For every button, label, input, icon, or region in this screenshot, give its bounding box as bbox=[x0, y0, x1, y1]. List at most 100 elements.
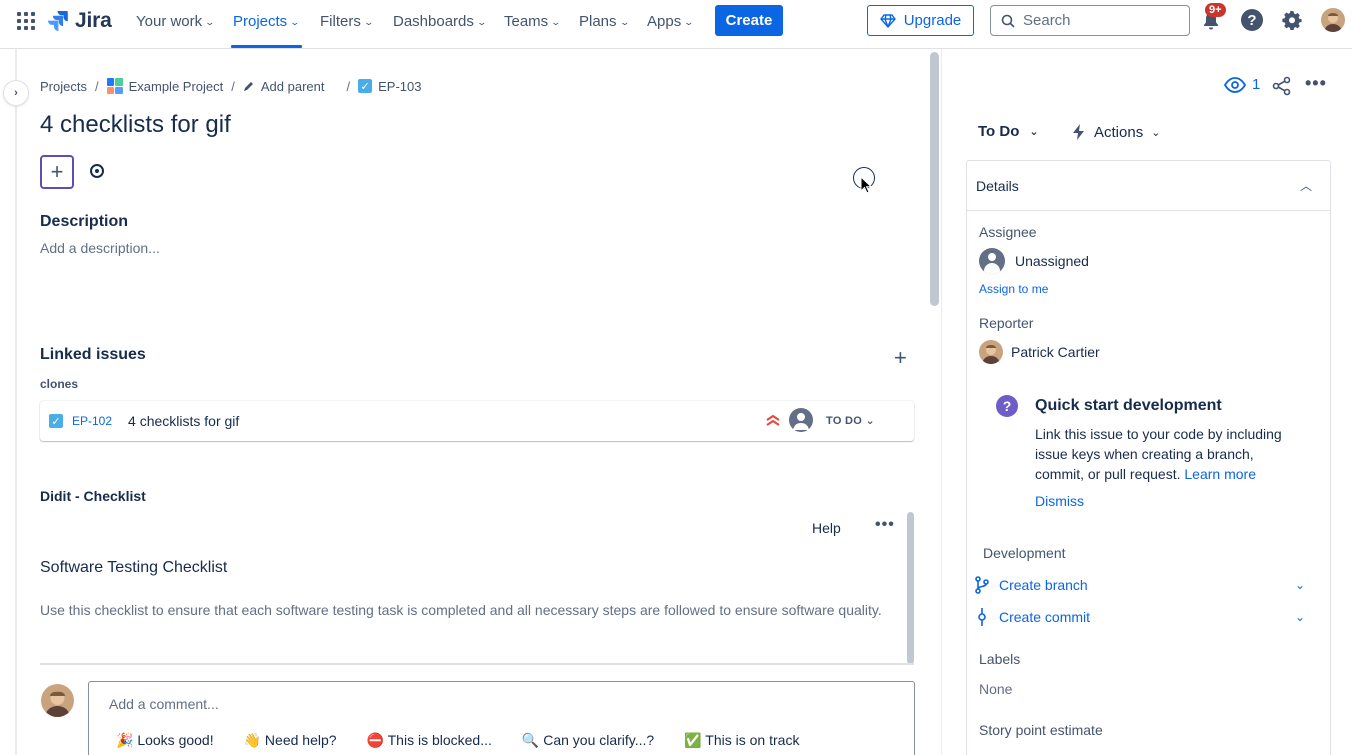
chevron-up-icon: ︿ bbox=[1299, 179, 1312, 193]
nav-plans[interactable]: Plans ⌄ bbox=[579, 13, 630, 30]
jira-logo[interactable]: Jira bbox=[47, 9, 112, 33]
nav-apps[interactable]: Apps ⌄ bbox=[647, 13, 695, 30]
add-linked-issue-plus-icon[interactable]: + bbox=[894, 345, 907, 371]
add-parent-label: Add parent bbox=[260, 78, 325, 94]
notification-badge: 9+ bbox=[1205, 3, 1226, 17]
didit-checklist-heading: Didit - Checklist bbox=[40, 488, 146, 504]
search-icon bbox=[1001, 14, 1015, 28]
nav-your-work[interactable]: Your work ⌄ bbox=[136, 13, 215, 30]
add-plus-button[interactable]: + bbox=[40, 155, 74, 189]
story-point-estimate-label: Story point estimate bbox=[979, 722, 1103, 738]
question-icon: ? bbox=[996, 395, 1018, 417]
nav-dashboards[interactable]: Dashboards ⌄ bbox=[393, 13, 487, 30]
assignee-label: Assignee bbox=[979, 224, 1037, 240]
quick-reply-blocked[interactable]: ⛔ This is blocked... bbox=[367, 732, 492, 749]
actions-label: Actions bbox=[1094, 123, 1144, 141]
checklist-scrollbar[interactable] bbox=[907, 512, 914, 664]
checklist-more-icon[interactable]: ••• bbox=[875, 516, 895, 534]
watch-button[interactable]: 1 bbox=[1224, 76, 1260, 93]
status-label: To Do bbox=[978, 123, 1020, 140]
create-branch-label: Create branch bbox=[999, 577, 1088, 593]
lightning-icon bbox=[1073, 124, 1084, 140]
quick-start-title: Quick start development bbox=[1035, 397, 1222, 414]
more-actions-icon[interactable]: ••• bbox=[1305, 73, 1327, 94]
chevron-down-icon: ⌄ bbox=[619, 16, 630, 27]
quick-start-body: Link this issue to your code by includin… bbox=[1035, 424, 1297, 484]
description-heading: Description bbox=[40, 213, 129, 230]
checklist-title: Software Testing Checklist bbox=[40, 559, 228, 576]
nav-filters-label: Filters bbox=[320, 13, 361, 30]
comment-input[interactable]: Add a comment... 🎉 Looks good! 👋 Need he… bbox=[88, 681, 915, 755]
reporter-field[interactable]: Patrick Cartier bbox=[979, 340, 1100, 364]
actions-dropdown[interactable]: Actions ⌄ bbox=[1072, 123, 1160, 141]
task-checkbox-icon: ✓ bbox=[49, 414, 63, 428]
create-branch-button[interactable]: Create branch ⌄ bbox=[975, 576, 1305, 594]
linked-issue-row[interactable]: ✓ EP-102 4 checklists for gif TO DO ⌄ bbox=[40, 401, 914, 441]
description-field[interactable]: Add a description... bbox=[40, 240, 160, 256]
add-parent-button[interactable]: Add parent bbox=[243, 78, 325, 94]
issue-title[interactable]: 4 checklists for gif bbox=[40, 111, 231, 139]
breadcrumb-separator: / bbox=[94, 78, 99, 94]
linked-issue-key[interactable]: EP-102 bbox=[72, 414, 112, 428]
quick-reply-looks-good[interactable]: 🎉 Looks good! bbox=[116, 732, 214, 749]
chevron-down-icon: ⌄ bbox=[1029, 126, 1039, 138]
assignee-field[interactable]: Unassigned bbox=[979, 248, 1089, 274]
search-input[interactable]: Search bbox=[990, 5, 1190, 36]
breadcrumb-separator: / bbox=[231, 78, 235, 94]
assign-to-me-link[interactable]: Assign to me bbox=[979, 282, 1048, 296]
settings-gear-icon[interactable] bbox=[1281, 9, 1303, 31]
target-icon[interactable] bbox=[90, 164, 104, 178]
upgrade-button[interactable]: Upgrade bbox=[867, 5, 974, 36]
details-header[interactable]: Details ︿ bbox=[967, 161, 1330, 211]
breadcrumb-issue-key[interactable]: ✓ EP-103 bbox=[358, 79, 421, 94]
breadcrumb-project[interactable]: Example Project bbox=[106, 78, 224, 94]
linked-issues-heading: Linked issues bbox=[40, 346, 146, 363]
top-navigation: Jira Your work ⌄ Projects ⌄ Filters ⌄ Dashb… bbox=[0, 0, 1352, 49]
status-dropdown[interactable]: To Do ⌄ bbox=[978, 123, 1039, 140]
linked-issue-summary[interactable]: 4 checklists for gif bbox=[128, 413, 239, 429]
task-checkbox-icon: ✓ bbox=[358, 79, 373, 93]
chevron-down-icon: ⌄ bbox=[1294, 610, 1305, 624]
learn-more-link[interactable]: Learn more bbox=[1184, 466, 1256, 482]
upgrade-label: Upgrade bbox=[903, 12, 962, 29]
chevron-down-icon: ⌄ bbox=[363, 16, 374, 27]
chevron-down-icon: ⌄ bbox=[550, 16, 562, 27]
nav-teams-label: Teams bbox=[504, 13, 549, 30]
chevron-down-icon: ⌄ bbox=[1151, 126, 1161, 139]
checklist-help-link[interactable]: Help bbox=[812, 520, 841, 536]
nav-projects-label: Projects bbox=[233, 13, 288, 30]
breadcrumb-projects[interactable]: Projects bbox=[40, 79, 87, 94]
nav-filters[interactable]: Filters ⌄ bbox=[320, 13, 374, 30]
details-panel: Details ︿ Assignee Unassigned Assign to … bbox=[966, 160, 1331, 755]
nav-teams[interactable]: Teams ⌄ bbox=[504, 13, 562, 30]
linked-issue-status[interactable]: TO DO ⌄ bbox=[826, 414, 875, 427]
assignee-avatar-icon[interactable] bbox=[789, 408, 813, 432]
unassigned-avatar-icon bbox=[979, 248, 1005, 274]
chevron-down-icon: ⌄ bbox=[289, 16, 301, 27]
active-nav-indicator bbox=[231, 45, 302, 48]
quick-reply-clarify[interactable]: 🔍 Can you clarify...? bbox=[522, 732, 654, 749]
priority-highest-icon bbox=[766, 414, 780, 426]
eye-icon bbox=[1224, 76, 1246, 93]
breadcrumb-project-name: Example Project bbox=[128, 78, 224, 94]
linked-status-label: TO DO bbox=[826, 415, 863, 427]
jira-logo-icon bbox=[48, 11, 68, 31]
create-commit-button[interactable]: Create commit ⌄ bbox=[975, 608, 1305, 626]
app-switcher-icon[interactable] bbox=[17, 12, 35, 30]
quick-reply-on-track[interactable]: ✅ This is on track bbox=[684, 732, 799, 749]
nav-apps-label: Apps bbox=[647, 13, 682, 30]
labels-value[interactable]: None bbox=[979, 681, 1012, 697]
dismiss-button[interactable]: Dismiss bbox=[1035, 493, 1084, 509]
share-icon[interactable] bbox=[1272, 76, 1292, 96]
nav-projects[interactable]: Projects ⌄ bbox=[233, 13, 301, 30]
chevron-down-icon: ⌄ bbox=[683, 16, 695, 27]
help-icon[interactable]: ? bbox=[1241, 9, 1263, 31]
quick-reply-need-help[interactable]: 👋 Need help? bbox=[244, 732, 337, 749]
breadcrumb: Projects / Example Project / Add parent … bbox=[40, 78, 421, 94]
diamond-icon bbox=[880, 13, 896, 28]
nav-dashboards-label: Dashboards bbox=[393, 13, 474, 30]
reporter-avatar bbox=[979, 340, 1003, 364]
user-avatar[interactable] bbox=[1321, 8, 1345, 32]
create-button[interactable]: Create bbox=[715, 5, 783, 36]
main-scrollbar[interactable] bbox=[930, 52, 939, 306]
